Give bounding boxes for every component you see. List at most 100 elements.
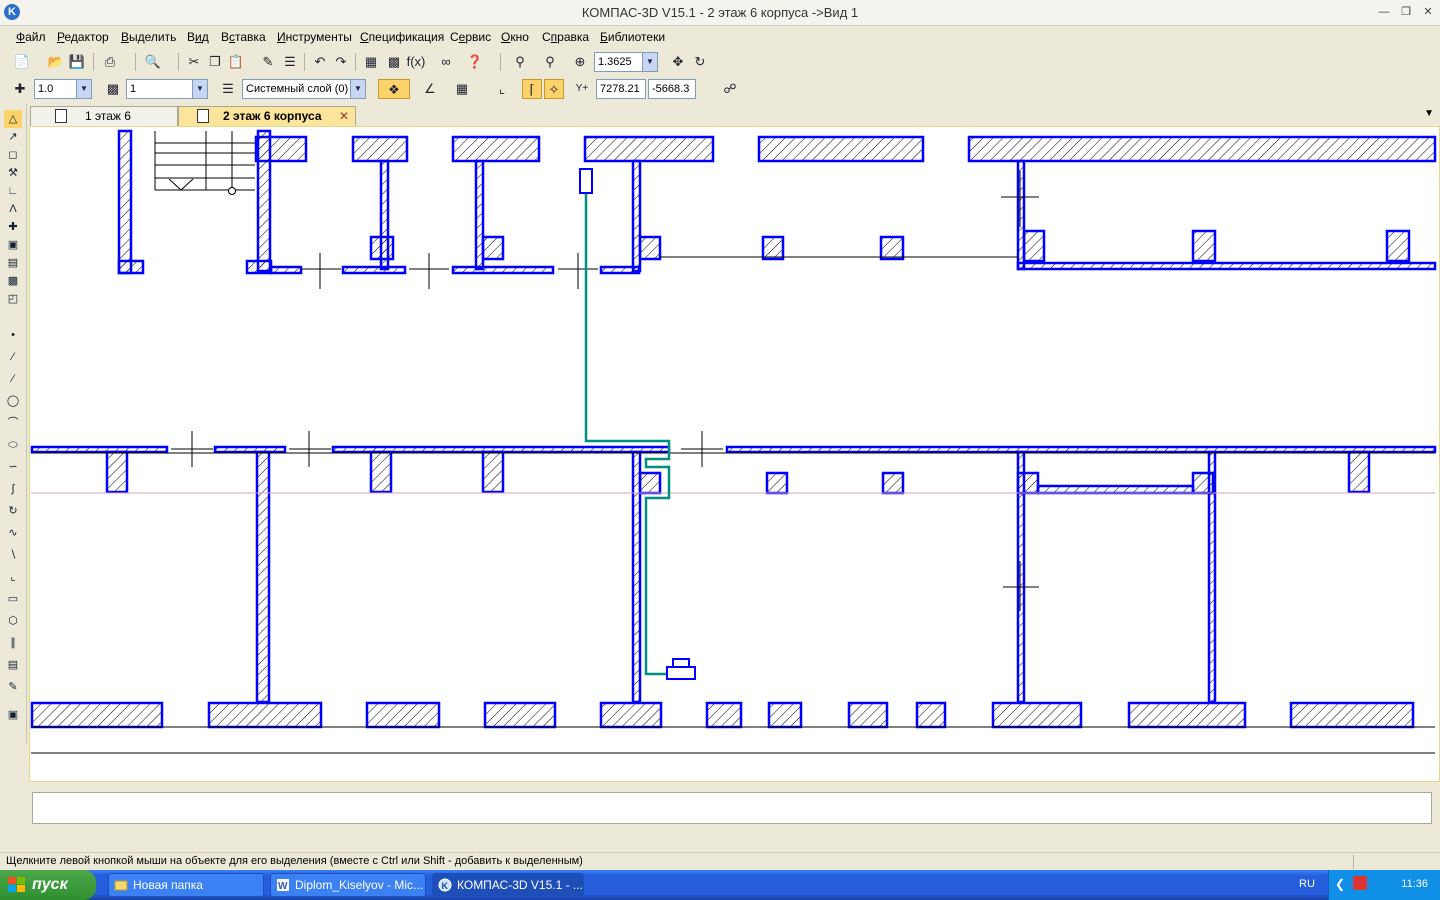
windows-flag-icon [8, 877, 25, 892]
arc-icon[interactable]: ⌒ [4, 414, 22, 432]
edit-mode-icon[interactable]: ☍ [720, 79, 740, 99]
view-state-icon[interactable]: ▩ [103, 79, 123, 99]
menu-service[interactable]: Сервис [450, 30, 491, 44]
edit-icon[interactable]: ⚒ [4, 164, 22, 182]
parametrization-icon[interactable]: ∟ [4, 182, 22, 200]
coord-y-field[interactable]: -5668.3 [648, 79, 696, 99]
dimensions-icon[interactable]: ↗ [4, 128, 22, 146]
geometry-icon[interactable]: △ [4, 110, 22, 128]
layer-combo[interactable]: Системный слой (0) ▼ [242, 79, 366, 99]
cursor-step-combo[interactable]: 1.0 ▼ [34, 79, 92, 99]
task-new-folder[interactable]: Новая папка [108, 873, 264, 897]
measurement-icon[interactable]: Λ [4, 200, 22, 218]
snap-mode-icon[interactable]: ✧ [544, 79, 564, 99]
polygon-icon[interactable]: ⬡ [4, 612, 22, 630]
floor-plan-drawing[interactable] [30, 127, 1440, 782]
close-button[interactable]: ✕ [1420, 5, 1436, 19]
cut-icon[interactable]: ✂ [184, 52, 204, 72]
measure-icon[interactable]: ∞ [436, 52, 456, 72]
polyline-icon[interactable]: ∫ [4, 480, 22, 498]
local-cs-icon[interactable]: ∠ [420, 79, 440, 99]
orthogonal-icon[interactable]: ⌞ [492, 79, 512, 99]
segment-icon[interactable]: ∕ [4, 370, 22, 388]
paste-icon[interactable]: 📋 [226, 52, 246, 72]
point-icon[interactable]: • [4, 326, 22, 344]
fillet-icon[interactable]: ⌞ [4, 568, 22, 586]
contour-icon[interactable]: ↻ [4, 502, 22, 520]
spline-icon[interactable]: ∽ [4, 458, 22, 476]
properties-icon[interactable]: ☰ [280, 52, 300, 72]
new-document-icon[interactable]: 📄 [12, 52, 32, 72]
bezier-icon[interactable]: ∿ [4, 524, 22, 542]
drawing-canvas[interactable] [29, 126, 1440, 782]
menu-bar: Файл Редактор Выделить Вид Вставка Инстр… [0, 26, 1440, 48]
menu-view[interactable]: Вид [187, 30, 209, 44]
ellipse-icon[interactable]: ⬭ [4, 436, 22, 454]
menu-help[interactable]: Справка [542, 30, 589, 44]
round-mode-icon[interactable]: ⌈ [522, 79, 542, 99]
snap-cursor-icon[interactable]: ✚ [10, 79, 30, 99]
tab-floor-1[interactable]: 1 этаж 6 корпуса [30, 106, 178, 141]
svg-text:K: K [442, 881, 449, 891]
hatch-icon[interactable]: ▤ [4, 656, 22, 674]
start-button[interactable]: пуск [0, 870, 96, 900]
save-icon[interactable]: 💾 [67, 52, 87, 72]
copy-icon[interactable]: ❐ [205, 52, 225, 72]
circle-icon[interactable]: ◯ [4, 392, 22, 410]
spec-icon[interactable]: ▤ [4, 254, 22, 272]
menu-edit[interactable]: Редактор [57, 30, 109, 44]
print-icon[interactable]: ⎙ [100, 52, 120, 72]
refresh-icon[interactable]: ↻ [690, 52, 710, 72]
view-number-combo[interactable]: 1 ▼ [126, 79, 208, 99]
pan-icon[interactable]: ✥ [668, 52, 688, 72]
zoom-window-icon[interactable]: ⚲ [510, 52, 530, 72]
zoom-extent-icon[interactable]: ⚲ [540, 52, 560, 72]
associative-views-icon[interactable]: ▣ [4, 236, 22, 254]
menu-window[interactable]: Окно [501, 30, 529, 44]
minimize-button[interactable]: — [1376, 5, 1392, 19]
variables-fx-icon[interactable]: f(x) [406, 52, 426, 72]
tray-app-icon[interactable] [1353, 876, 1367, 890]
layers-icon[interactable]: ☰ [218, 79, 238, 99]
task-word-document[interactable]: W Diplom_Kiselyov - Mic... [270, 873, 426, 897]
library-manager-icon[interactable]: ▩ [384, 52, 404, 72]
rectangle-icon[interactable]: ▭ [4, 590, 22, 608]
menu-select[interactable]: Выделить [121, 30, 176, 44]
format-brush-icon[interactable]: ✎ [258, 52, 278, 72]
tabs-menu-chevron-down-icon[interactable]: ▼ [1424, 108, 1434, 119]
fill-icon[interactable]: ✎ [4, 678, 22, 696]
menu-tools[interactable]: Инструменты [277, 30, 352, 44]
menu-libraries[interactable]: Библиотеки [600, 30, 665, 44]
open-icon[interactable]: 📂 [46, 52, 66, 72]
auxiliary-line-icon[interactable]: ∕ [4, 348, 22, 366]
zoom-in-icon[interactable]: ⊕ [570, 52, 590, 72]
zoom-scale-combo[interactable]: 1.3625 ▼ [594, 52, 658, 72]
context-help-icon[interactable]: ❓ [465, 52, 485, 72]
snap-magnet-icon[interactable]: ❖ [378, 79, 410, 99]
coord-x-field[interactable]: 7278.21 [596, 79, 646, 99]
notation-icon[interactable]: ◻ [4, 146, 22, 164]
language-indicator[interactable]: RU [1299, 878, 1315, 890]
grid-icon[interactable]: ▦ [452, 79, 472, 99]
print-preview-icon[interactable]: 🔍 [143, 52, 163, 72]
menu-specification[interactable]: Спецификация [360, 30, 444, 44]
menu-file[interactable]: Файл [16, 30, 46, 44]
selection-icon[interactable]: ✚ [4, 218, 22, 236]
insert-icon[interactable]: ◰ [4, 290, 22, 308]
chamfer-icon[interactable]: ∖ [4, 546, 22, 564]
collect-contour-icon[interactable]: ▣ [4, 706, 22, 724]
chevron-down-icon[interactable]: ▼ [642, 53, 657, 71]
window-title: КОМПАС-3D V15.1 - 2 этаж 6 корпуса ->Вид… [581, 5, 859, 20]
reports-icon[interactable]: ▩ [4, 272, 22, 290]
menu-insert[interactable]: Вставка [221, 30, 266, 44]
manager-icon[interactable]: ▦ [361, 52, 381, 72]
task-kompas[interactable]: K КОМПАС-3D V15.1 - ... [432, 873, 584, 897]
property-panel-content[interactable] [32, 792, 1432, 824]
tray-arrow-icon[interactable]: ❮ [1335, 877, 1345, 891]
undo-icon[interactable]: ↶ [310, 52, 330, 72]
redo-icon[interactable]: ↷ [331, 52, 351, 72]
equidistant-icon[interactable]: ∥ [4, 634, 22, 652]
close-tab-icon[interactable]: ✕ [339, 107, 349, 125]
tab-floor-2[interactable]: 2 этаж 6 корпуса ✕ [178, 106, 356, 126]
restore-button[interactable]: ❐ [1398, 5, 1414, 19]
